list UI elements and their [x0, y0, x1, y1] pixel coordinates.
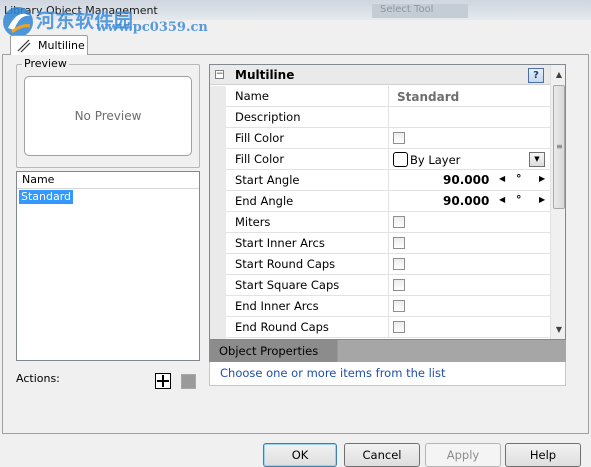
- remove-button[interactable]: [181, 374, 196, 389]
- ok-button[interactable]: OK: [263, 443, 337, 467]
- property-row-start-round-caps[interactable]: Start Round Caps: [226, 254, 550, 275]
- property-category-header[interactable]: − Multiline ?: [210, 65, 550, 85]
- property-label: Fill Color: [235, 152, 285, 166]
- object-properties-title: Object Properties: [219, 344, 319, 358]
- help-button[interactable]: Help: [505, 443, 581, 467]
- degree-unit: °: [516, 193, 522, 206]
- help-icon[interactable]: ?: [528, 68, 544, 83]
- scroll-down-icon[interactable]: ▼: [551, 322, 565, 338]
- property-row-start-inner-arcs[interactable]: Start Inner Arcs: [226, 233, 550, 254]
- miters-checkbox[interactable]: [393, 216, 405, 228]
- list-column-header[interactable]: Name: [17, 172, 199, 189]
- object-properties-hint: Choose one or more items from the list: [220, 366, 446, 380]
- start-angle-value[interactable]: 90.000: [443, 173, 489, 187]
- object-properties-header: Object Properties: [209, 340, 566, 362]
- property-row-end-round-caps[interactable]: End Round Caps: [226, 317, 550, 338]
- tab-label: Multiline: [38, 39, 85, 52]
- add-button[interactable]: [155, 373, 171, 389]
- increment-arrow-icon[interactable]: ▶: [539, 174, 545, 183]
- start-round-caps-checkbox[interactable]: [393, 258, 405, 270]
- start-inner-arcs-checkbox[interactable]: [393, 237, 405, 249]
- degree-unit: °: [516, 172, 522, 185]
- watermark-url: www.pc0359.cn: [96, 20, 208, 35]
- vertical-scrollbar[interactable]: ▲ ≡ ▼: [550, 65, 565, 339]
- multiline-icon: [17, 39, 31, 53]
- property-row-description[interactable]: Description: [226, 107, 550, 128]
- property-label: End Inner Arcs: [235, 299, 319, 313]
- preview-placeholder: No Preview: [74, 109, 142, 123]
- scroll-up-icon[interactable]: ▲: [551, 67, 565, 83]
- end-angle-value[interactable]: 90.000: [443, 194, 489, 208]
- property-label: Start Inner Arcs: [235, 236, 325, 250]
- collapse-icon[interactable]: −: [215, 70, 224, 79]
- property-label: Start Round Caps: [235, 257, 336, 271]
- property-row-name[interactable]: Name Standard: [226, 86, 550, 107]
- fill-color-value: By Layer: [410, 153, 461, 167]
- property-row-miters[interactable]: Miters: [226, 212, 550, 233]
- background-window-title: Select Tool: [372, 4, 468, 18]
- property-row-end-angle[interactable]: End Angle 90.000 ◀ ° ▶: [226, 191, 550, 212]
- property-value[interactable]: Standard: [397, 90, 459, 104]
- property-category-title: Multiline: [235, 68, 295, 82]
- list-item[interactable]: Standard: [19, 190, 74, 204]
- actions-label: Actions:: [16, 372, 60, 385]
- cancel-button[interactable]: Cancel: [344, 443, 420, 467]
- property-label: Start Square Caps: [235, 278, 340, 292]
- property-row-start-angle[interactable]: Start Angle 90.000 ◀ ° ▶: [226, 170, 550, 191]
- object-properties-body: Choose one or more items from the list: [209, 362, 566, 386]
- property-grid: − Multiline ? Name Standard Description …: [209, 64, 566, 340]
- object-list[interactable]: Name Standard: [16, 171, 200, 361]
- plus-icon: [157, 375, 169, 387]
- preview-legend: Preview: [22, 57, 69, 70]
- property-gutter: [210, 86, 226, 339]
- fill-checkbox[interactable]: [393, 132, 405, 144]
- apply-button[interactable]: Apply: [425, 443, 501, 467]
- property-row-start-square-caps[interactable]: Start Square Caps: [226, 275, 550, 296]
- chevron-down-icon[interactable]: ▼: [529, 152, 545, 167]
- end-round-caps-checkbox[interactable]: [393, 321, 405, 333]
- property-label: Description: [235, 110, 301, 124]
- property-row-end-inner-arcs[interactable]: End Inner Arcs: [226, 296, 550, 317]
- decrement-arrow-icon[interactable]: ◀: [499, 174, 505, 183]
- property-label: Start Angle: [235, 173, 300, 187]
- tab-multiline[interactable]: Multiline: [10, 35, 88, 55]
- property-label: Name: [235, 89, 269, 103]
- increment-arrow-icon[interactable]: ▶: [539, 195, 545, 204]
- color-swatch-icon: [393, 152, 408, 167]
- property-label: End Round Caps: [235, 320, 329, 334]
- property-row-fill-color-toggle[interactable]: Fill Color: [226, 128, 550, 149]
- preview-area: No Preview: [24, 76, 192, 156]
- property-label: Fill Color: [235, 131, 285, 145]
- start-square-caps-checkbox[interactable]: [393, 279, 405, 291]
- scrollbar-thumb[interactable]: ≡: [553, 85, 565, 209]
- property-label: End Angle: [235, 194, 294, 208]
- property-row-fill-color[interactable]: Fill Color By Layer ▼: [226, 149, 550, 170]
- grip-icon: ≡: [556, 142, 563, 151]
- decrement-arrow-icon[interactable]: ◀: [499, 195, 505, 204]
- end-inner-arcs-checkbox[interactable]: [393, 300, 405, 312]
- property-label: Miters: [235, 215, 271, 229]
